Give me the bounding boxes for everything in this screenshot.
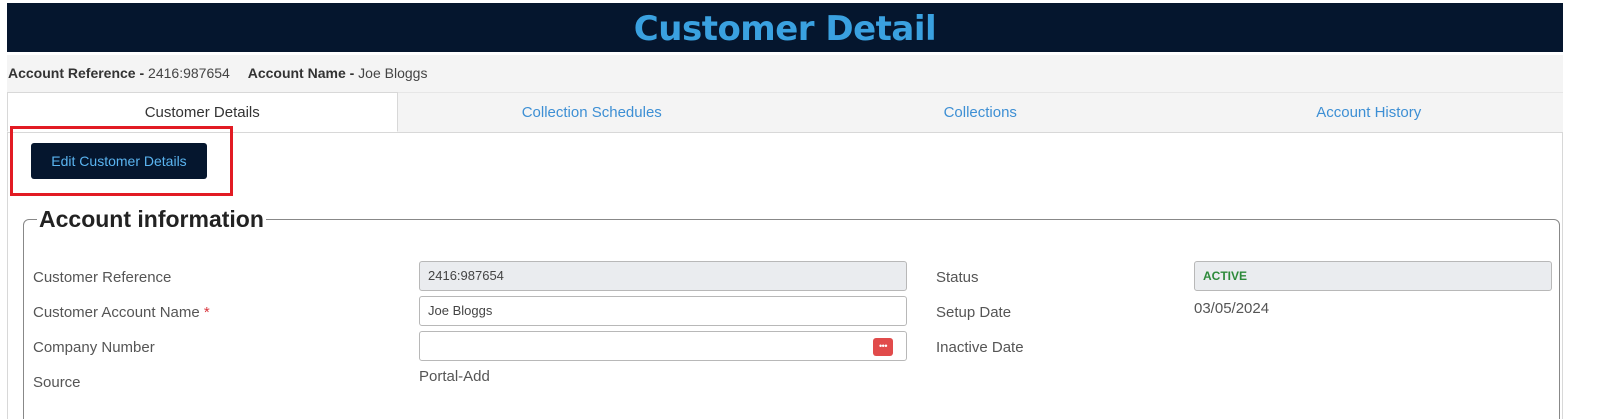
page-title: Customer Detail bbox=[633, 9, 937, 49]
source-label: Source bbox=[33, 374, 81, 391]
account-reference-value: 2416:987654 bbox=[148, 65, 230, 81]
inactive-date-label: Inactive Date bbox=[936, 339, 1024, 356]
more-dots-icon[interactable]: ••• bbox=[873, 338, 893, 356]
customer-account-name-field[interactable]: Joe Bloggs bbox=[419, 296, 907, 326]
account-reference-label: Account Reference - bbox=[8, 65, 145, 81]
status-label: Status bbox=[936, 269, 979, 286]
customer-account-name-label: Customer Account Name * bbox=[33, 304, 210, 321]
source-value: Portal-Add bbox=[419, 368, 490, 385]
tab-collections[interactable]: Collections bbox=[786, 92, 1175, 132]
section-title: Account information bbox=[37, 206, 266, 233]
setup-date-value: 03/05/2024 bbox=[1194, 300, 1270, 317]
company-number-field[interactable] bbox=[419, 331, 907, 361]
customer-reference-field: 2416:987654 bbox=[419, 261, 907, 291]
status-badge: ACTIVE bbox=[1203, 269, 1248, 283]
status-field: ACTIVE bbox=[1194, 261, 1552, 291]
account-name-label: Account Name - bbox=[247, 65, 355, 81]
account-summary: Account Reference - 2416:987654 Account … bbox=[7, 55, 1563, 92]
tab-account-history[interactable]: Account History bbox=[1174, 92, 1563, 132]
setup-date-label: Setup Date bbox=[936, 304, 1012, 321]
account-name-value: Joe Bloggs bbox=[358, 65, 428, 81]
customer-account-name-label-text: Customer Account Name bbox=[33, 304, 200, 321]
tab-bar: Customer Details Collection Schedules Co… bbox=[7, 92, 1563, 133]
required-marker: * bbox=[203, 304, 210, 321]
company-number-label: Company Number bbox=[33, 339, 155, 356]
tab-collection-schedules[interactable]: Collection Schedules bbox=[397, 92, 786, 132]
page-header: Customer Detail bbox=[7, 3, 1563, 52]
edit-customer-details-button[interactable]: Edit Customer Details bbox=[31, 143, 207, 179]
customer-reference-label: Customer Reference bbox=[33, 269, 172, 286]
